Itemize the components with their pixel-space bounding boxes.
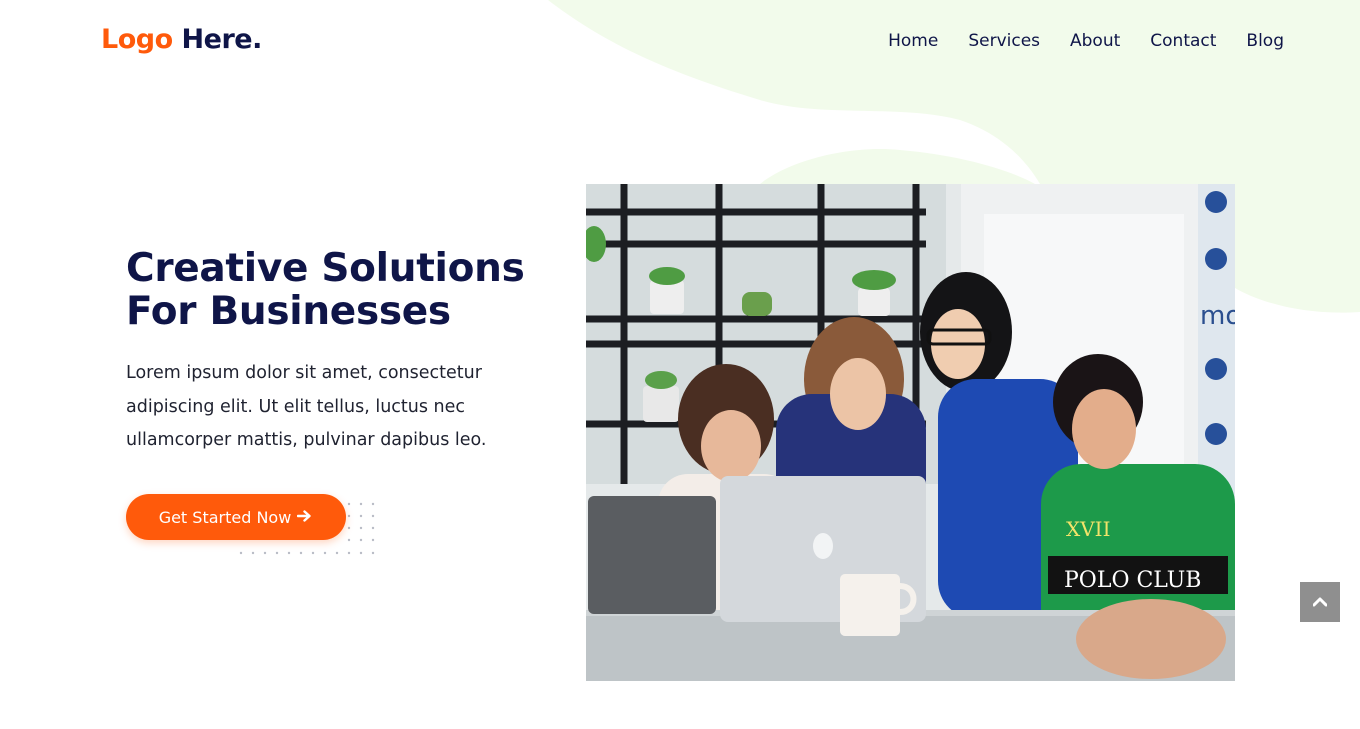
landing-page: Logo Here. Home Services About Contact B…	[0, 0, 1360, 729]
nav-item-about[interactable]: About	[1070, 31, 1120, 51]
logo-accent-text: Logo	[101, 24, 173, 55]
get-started-label: Get Started Now	[158, 507, 292, 527]
get-started-button[interactable]: Get Started Now	[126, 494, 346, 540]
hero-title-line-1: Creative Solutions	[126, 246, 525, 291]
shirt-number: XVII	[1066, 517, 1110, 541]
arrow-right-icon	[297, 509, 313, 526]
scroll-to-top-button[interactable]	[1300, 582, 1340, 622]
nav-item-blog[interactable]: Blog	[1246, 31, 1284, 51]
hero-description: Lorem ipsum dolor sit amet, consectetur …	[126, 363, 487, 450]
nav-item-services[interactable]: Services	[968, 31, 1040, 51]
chevron-up-icon	[1312, 595, 1328, 610]
logo-main-text: Here.	[172, 24, 263, 55]
hero-title-line-2: For Businesses	[126, 289, 451, 334]
hero-image: mo POLO CLUB XVII	[586, 184, 1235, 681]
wall-text: mo	[1200, 301, 1235, 331]
hero-text: Creative Solutions For Businesses Lorem …	[126, 247, 546, 458]
logo[interactable]: Logo Here.	[101, 24, 262, 55]
hero-title: Creative Solutions For Businesses	[126, 247, 546, 333]
site-header: Logo Here. Home Services About Contact B…	[0, 0, 1360, 84]
nav-item-contact[interactable]: Contact	[1150, 31, 1216, 51]
main-nav: Home Services About Contact Blog	[888, 31, 1284, 51]
shirt-text: POLO CLUB	[1064, 568, 1201, 593]
nav-item-home[interactable]: Home	[888, 31, 938, 51]
